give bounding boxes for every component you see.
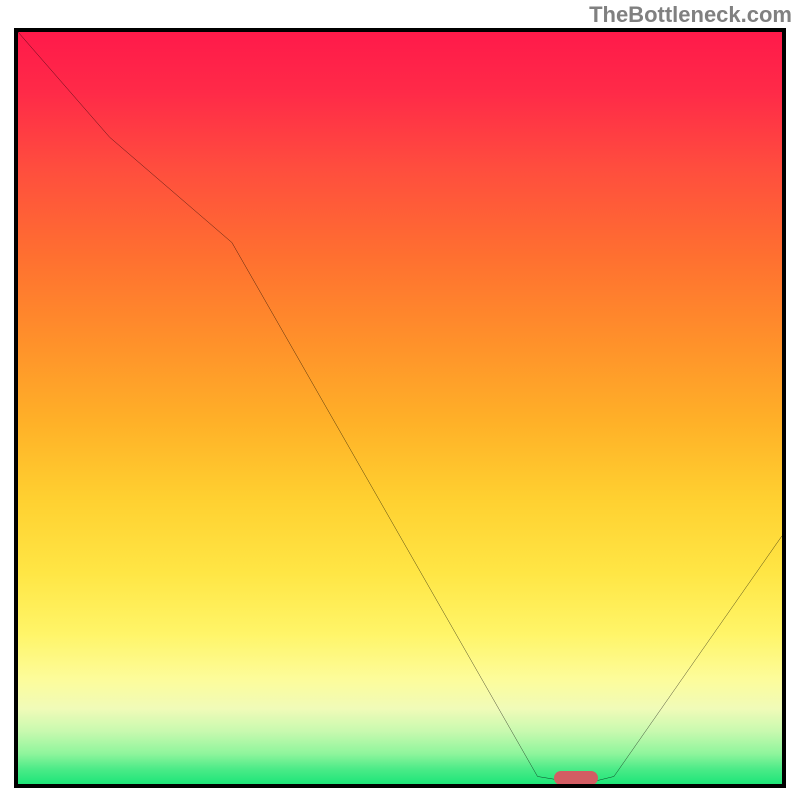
optimum-marker — [554, 771, 598, 785]
bottleneck-curve — [18, 32, 782, 784]
chart-plot-area — [14, 28, 786, 788]
watermark-text: TheBottleneck.com — [589, 2, 792, 28]
curve-path — [18, 32, 782, 784]
